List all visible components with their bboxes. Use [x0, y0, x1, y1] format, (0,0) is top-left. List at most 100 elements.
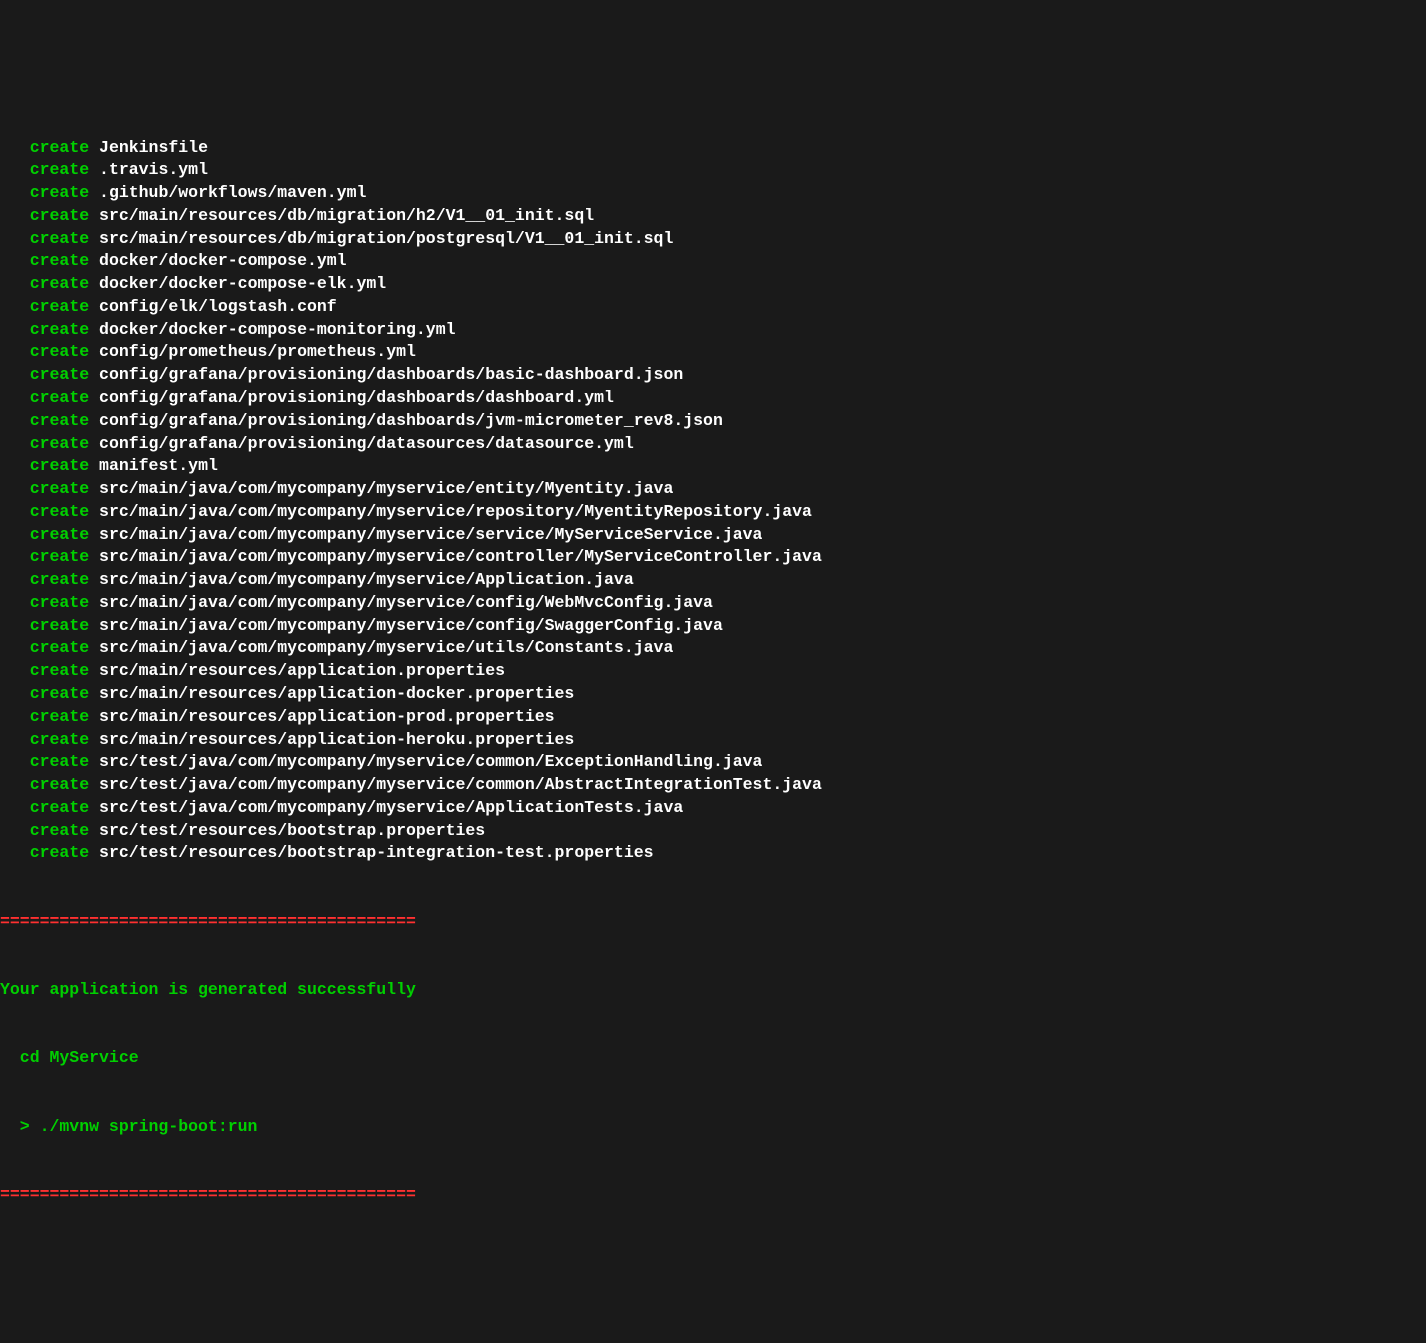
file-path: config/grafana/provisioning/datasources/…: [99, 434, 634, 453]
create-label: create: [30, 684, 89, 703]
create-file-line: create config/prometheus/prometheus.yml: [0, 341, 1426, 364]
create-label: create: [30, 183, 89, 202]
file-path: manifest.yml: [99, 456, 218, 475]
create-file-line: create .github/workflows/maven.yml: [0, 182, 1426, 205]
create-label: create: [30, 297, 89, 316]
create-file-line: create docker/docker-compose-elk.yml: [0, 273, 1426, 296]
create-label: create: [30, 593, 89, 612]
file-path: docker/docker-compose-monitoring.yml: [99, 320, 455, 339]
create-label: create: [30, 547, 89, 566]
create-file-line: create config/grafana/provisioning/dashb…: [0, 410, 1426, 433]
indent: [0, 821, 30, 840]
indent: [0, 525, 30, 544]
create-file-line: create docker/docker-compose.yml: [0, 250, 1426, 273]
create-file-line: create src/test/resources/bootstrap.prop…: [0, 820, 1426, 843]
file-path: src/main/java/com/mycompany/myservice/co…: [99, 547, 822, 566]
file-path: src/main/java/com/mycompany/myservice/re…: [99, 502, 812, 521]
create-label: create: [30, 638, 89, 657]
indent: [0, 547, 30, 566]
indent: [0, 752, 30, 771]
file-path: src/test/resources/bootstrap-integration…: [99, 843, 654, 862]
indent: [0, 229, 30, 248]
file-path: src/main/java/com/mycompany/myservice/se…: [99, 525, 762, 544]
indent: [0, 411, 30, 430]
run-command: > ./mvnw spring-boot:run: [0, 1117, 257, 1136]
create-file-line: create config/elk/logstash.conf: [0, 296, 1426, 319]
create-file-line: create docker/docker-compose-monitoring.…: [0, 319, 1426, 342]
indent: [0, 274, 30, 293]
create-file-line: create src/main/java/com/mycompany/myser…: [0, 615, 1426, 638]
create-label: create: [30, 707, 89, 726]
indent: [0, 388, 30, 407]
create-label: create: [30, 206, 89, 225]
create-file-line: create src/test/java/com/mycompany/myser…: [0, 797, 1426, 820]
create-label: create: [30, 342, 89, 361]
create-label: create: [30, 821, 89, 840]
create-label: create: [30, 411, 89, 430]
indent: [0, 616, 30, 635]
indent: [0, 843, 30, 862]
create-file-line: create manifest.yml: [0, 455, 1426, 478]
file-path: src/test/java/com/mycompany/myservice/Ap…: [99, 798, 683, 817]
create-file-line: create config/grafana/provisioning/dashb…: [0, 364, 1426, 387]
indent: [0, 320, 30, 339]
create-file-line: create src/main/java/com/mycompany/myser…: [0, 546, 1426, 569]
create-file-line: create .travis.yml: [0, 159, 1426, 182]
create-file-line: create src/main/resources/db/migration/h…: [0, 205, 1426, 228]
create-label: create: [30, 160, 89, 179]
file-path: src/test/java/com/mycompany/myservice/co…: [99, 752, 762, 771]
file-path: src/main/resources/db/migration/postgres…: [99, 229, 673, 248]
file-path: src/main/resources/application-heroku.pr…: [99, 730, 574, 749]
create-file-line: create Jenkinsfile: [0, 137, 1426, 160]
indent: [0, 638, 30, 657]
create-file-line: create config/grafana/provisioning/datas…: [0, 433, 1426, 456]
create-file-line: create src/test/java/com/mycompany/myser…: [0, 774, 1426, 797]
file-path: .travis.yml: [99, 160, 208, 179]
create-file-line: create config/grafana/provisioning/dashb…: [0, 387, 1426, 410]
indent: [0, 251, 30, 270]
create-label: create: [30, 843, 89, 862]
indent: [0, 593, 30, 612]
create-file-line: create src/test/java/com/mycompany/myser…: [0, 751, 1426, 774]
indent: [0, 342, 30, 361]
create-file-line: create src/main/java/com/mycompany/myser…: [0, 592, 1426, 615]
file-path: .github/workflows/maven.yml: [99, 183, 366, 202]
file-path: src/main/java/com/mycompany/myservice/ut…: [99, 638, 673, 657]
file-path: config/grafana/provisioning/dashboards/j…: [99, 411, 723, 430]
create-label: create: [30, 479, 89, 498]
file-path: src/main/resources/application-docker.pr…: [99, 684, 574, 703]
create-label: create: [30, 388, 89, 407]
file-path: src/test/java/com/mycompany/myservice/co…: [99, 775, 822, 794]
create-label: create: [30, 775, 89, 794]
create-label: create: [30, 616, 89, 635]
create-file-line: create src/main/java/com/mycompany/myser…: [0, 501, 1426, 524]
create-label: create: [30, 229, 89, 248]
divider-line-bottom: ========================================…: [0, 1185, 416, 1204]
create-file-line: create src/main/java/com/mycompany/myser…: [0, 478, 1426, 501]
create-label: create: [30, 525, 89, 544]
create-label: create: [30, 502, 89, 521]
create-label: create: [30, 434, 89, 453]
indent: [0, 183, 30, 202]
indent: [0, 570, 30, 589]
create-label: create: [30, 456, 89, 475]
indent: [0, 798, 30, 817]
create-file-line: create src/main/resources/application-do…: [0, 683, 1426, 706]
file-path: config/prometheus/prometheus.yml: [99, 342, 416, 361]
indent: [0, 365, 30, 384]
create-label: create: [30, 730, 89, 749]
file-path: src/test/resources/bootstrap.properties: [99, 821, 485, 840]
create-file-line: create src/main/java/com/mycompany/myser…: [0, 569, 1426, 592]
file-path: docker/docker-compose.yml: [99, 251, 347, 270]
indent: [0, 661, 30, 680]
indent: [0, 479, 30, 498]
file-path: src/main/resources/application-prod.prop…: [99, 707, 554, 726]
indent: [0, 434, 30, 453]
create-file-line: create src/main/java/com/mycompany/myser…: [0, 637, 1426, 660]
terminal-output[interactable]: create Jenkinsfile create .travis.yml cr…: [0, 91, 1426, 1229]
create-label: create: [30, 798, 89, 817]
file-path: src/main/java/com/mycompany/myservice/co…: [99, 593, 713, 612]
file-path: docker/docker-compose-elk.yml: [99, 274, 386, 293]
cd-command: cd MyService: [0, 1048, 139, 1067]
file-path: src/main/resources/application.propertie…: [99, 661, 505, 680]
